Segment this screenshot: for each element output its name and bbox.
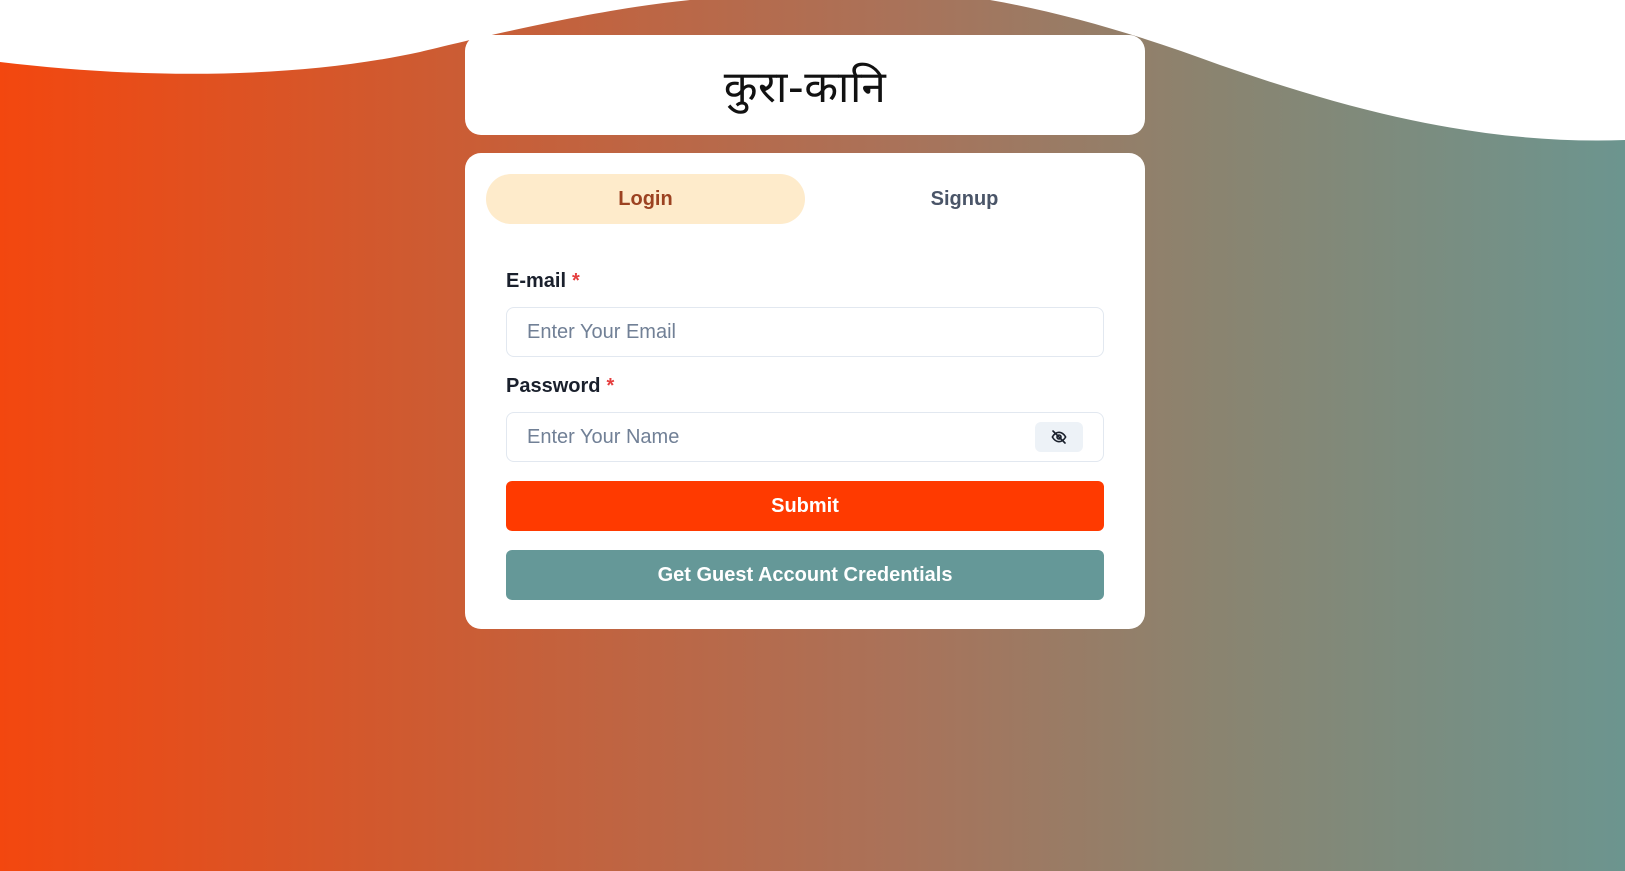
email-required-mark: *	[572, 269, 580, 292]
toggle-password-visibility-button[interactable]	[1035, 422, 1083, 452]
password-label-text: Password	[506, 374, 601, 397]
email-input[interactable]	[506, 307, 1104, 357]
submit-button[interactable]: Submit	[506, 481, 1104, 531]
tab-login[interactable]: Login	[486, 174, 805, 224]
password-label: Password *	[506, 372, 1104, 400]
guest-credentials-button[interactable]: Get Guest Account Credentials	[506, 550, 1104, 600]
password-required-mark: *	[606, 374, 615, 397]
password-input[interactable]	[506, 412, 1104, 462]
title-card: कुरा-कानि	[465, 35, 1145, 135]
login-page: कुरा-कानि Login Signup E-mail * Password…	[0, 0, 1625, 871]
auth-card: Login Signup E-mail * Password *	[465, 153, 1145, 629]
email-input-group	[506, 307, 1104, 357]
eye-off-icon	[1051, 430, 1067, 444]
password-input-group	[506, 412, 1104, 462]
tab-signup[interactable]: Signup	[805, 174, 1124, 224]
email-label: E-mail *	[506, 267, 1104, 295]
app-title: कुरा-कानि	[723, 62, 887, 113]
login-form: E-mail * Password * Su	[486, 267, 1124, 600]
auth-tabs: Login Signup	[486, 174, 1124, 224]
email-label-text: E-mail	[506, 269, 567, 292]
